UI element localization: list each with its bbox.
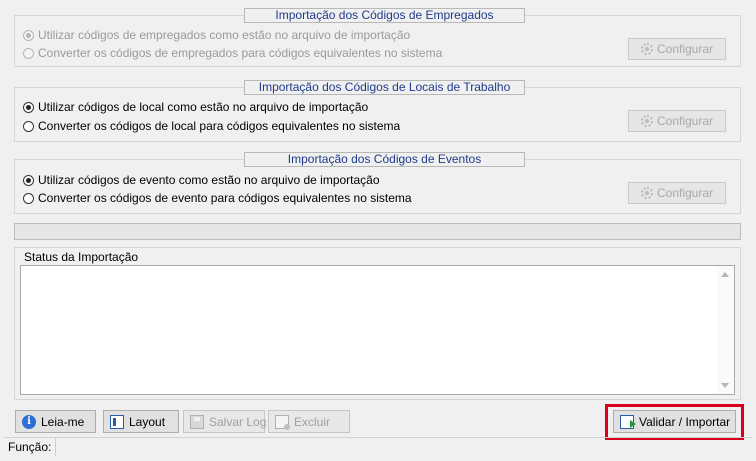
radio-icon[interactable] <box>23 192 34 204</box>
readme-button-label: Leia-me <box>41 414 85 429</box>
employee-codes-group-title: Importação dos Códigos de Empregados <box>244 8 525 23</box>
event-codes-group-title: Importação dos Códigos de Eventos <box>244 152 525 167</box>
event-configure-button[interactable]: Configurar <box>628 182 726 204</box>
save-log-button[interactable]: Salvar Log <box>183 410 267 433</box>
import-status-textarea[interactable] <box>20 265 735 395</box>
function-status-cell: Função: <box>4 438 57 456</box>
location-codes-group-title: Importação dos Códigos de Locais de Trab… <box>244 80 525 95</box>
layout-button-label: Layout <box>129 414 166 429</box>
radio-icon[interactable] <box>23 47 34 59</box>
status-scrollbar[interactable] <box>717 266 734 394</box>
validate-import-button[interactable]: Validar / Importar <box>613 410 736 433</box>
save-log-button-label: Salvar Log <box>209 414 267 429</box>
event-codes-group: Importação dos Códigos de Eventos Utiliz… <box>14 152 741 214</box>
location-option-keep-codes[interactable]: Utilizar códigos de local como estão no … <box>23 99 368 115</box>
gear-icon <box>640 187 653 199</box>
gear-icon <box>640 43 653 55</box>
employee-option-convert-label: Converter os códigos de empregados para … <box>38 46 443 60</box>
location-option-convert-label: Converter os códigos de local para códig… <box>38 119 401 133</box>
event-option-convert-label: Converter os códigos de evento para códi… <box>38 191 412 205</box>
delete-button-label: Excluir <box>294 414 331 429</box>
location-codes-group: Importação dos Códigos de Locais de Trab… <box>14 80 741 142</box>
import-status-label: Status da Importação <box>24 250 139 264</box>
import-progress-bar <box>14 223 741 240</box>
location-option-keep-label: Utilizar códigos de local como estão no … <box>38 100 369 114</box>
employee-configure-button[interactable]: Configurar <box>628 38 726 60</box>
radio-icon[interactable] <box>23 120 34 132</box>
gear-icon <box>640 115 653 127</box>
delete-icon <box>275 414 290 430</box>
location-configure-button[interactable]: Configurar <box>628 110 726 132</box>
disk-icon <box>190 414 204 429</box>
readme-button[interactable]: i Leia-me <box>15 410 96 433</box>
layout-icon <box>110 414 124 429</box>
radio-icon[interactable] <box>23 101 34 113</box>
employee-configure-label: Configurar <box>656 42 714 56</box>
scroll-up-icon[interactable] <box>721 272 729 277</box>
validate-import-button-label: Validar / Importar <box>639 414 731 429</box>
layout-button[interactable]: Layout <box>103 410 179 433</box>
event-configure-label: Configurar <box>656 186 714 200</box>
delete-button[interactable]: Excluir <box>268 410 350 433</box>
info-icon: i <box>22 414 36 429</box>
event-option-keep-label: Utilizar códigos de evento como estão no… <box>38 173 380 187</box>
radio-icon[interactable] <box>23 174 34 186</box>
event-option-convert-codes[interactable]: Converter os códigos de evento para códi… <box>23 190 412 206</box>
location-configure-label: Configurar <box>656 114 714 128</box>
function-status-label: Função: <box>8 440 52 454</box>
event-option-keep-codes[interactable]: Utilizar códigos de evento como estão no… <box>23 172 380 188</box>
employee-codes-group: Importação dos Códigos de Empregados Uti… <box>14 8 741 67</box>
employee-option-convert-codes[interactable]: Converter os códigos de empregados para … <box>23 45 442 61</box>
radio-icon[interactable] <box>23 29 34 41</box>
import-status-group: Status da Importação <box>14 247 741 400</box>
scroll-down-icon[interactable] <box>721 383 729 388</box>
window-statusbar: Função: <box>4 437 752 456</box>
employee-option-keep-label: Utilizar códigos de empregados como estã… <box>38 28 411 42</box>
import-icon <box>620 414 636 429</box>
location-option-convert-codes[interactable]: Converter os códigos de local para códig… <box>23 118 400 134</box>
employee-option-keep-codes[interactable]: Utilizar códigos de empregados como estã… <box>23 27 410 43</box>
